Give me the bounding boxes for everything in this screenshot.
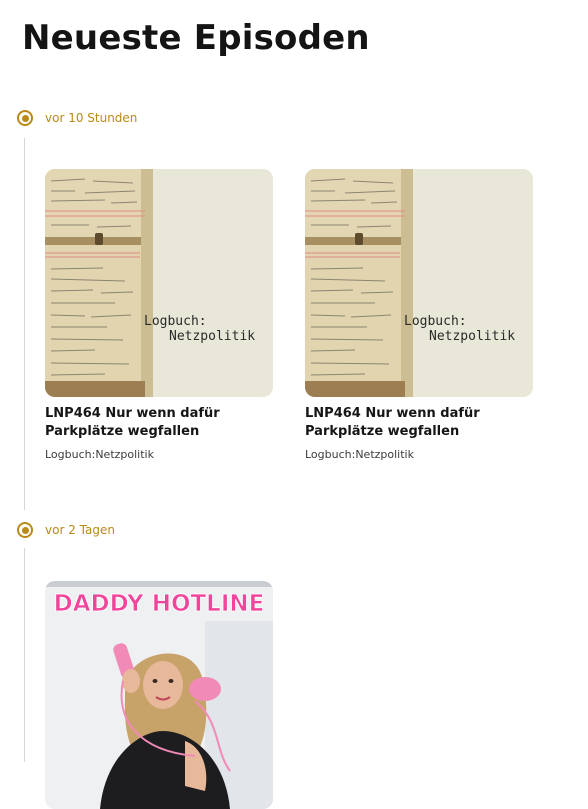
group-label: vor 10 Stunden [45,111,138,125]
episode-card[interactable]: Logbuch: Netzpolitik LNP464 Nur wenn daf… [305,169,533,462]
episode-podcast-name[interactable]: Logbuch:Netzpolitik [305,448,533,462]
episode-card[interactable]: DADDY HOTLINE [45,581,273,809]
group-label: vor 2 Tagen [45,523,115,537]
episode-cover-image[interactable]: DADDY HOTLINE [45,581,273,809]
timeline-line [24,548,25,762]
episode-podcast-name[interactable]: Logbuch:Netzpolitik [45,448,273,462]
episode-title[interactable]: LNP464 Nur wenn dafür Parkplätze wegfall… [305,405,533,441]
cover-text-line2: Netzpolitik [169,329,255,344]
episode-cover-image[interactable]: Logbuch: Netzpolitik [45,169,273,397]
cover-text-line2: Netzpolitik [429,329,515,344]
episode-title[interactable]: LNP464 Nur wenn dafür Parkplätze wegfall… [45,405,273,441]
timeline-dot-icon [17,522,33,538]
episode-card[interactable]: Logbuch: Netzpolitik LNP464 Nur wenn daf… [45,169,273,462]
cover-text-line1: Logbuch: [144,314,207,329]
timeline-line [24,138,25,510]
cover-text-line1: DADDY HOTLINE [54,591,265,617]
cover-text-line1: Logbuch: [404,314,467,329]
episode-cover-image[interactable]: Logbuch: Netzpolitik [305,169,533,397]
timeline-dot-icon [17,110,33,126]
page-title: Neueste Episoden [22,18,370,58]
